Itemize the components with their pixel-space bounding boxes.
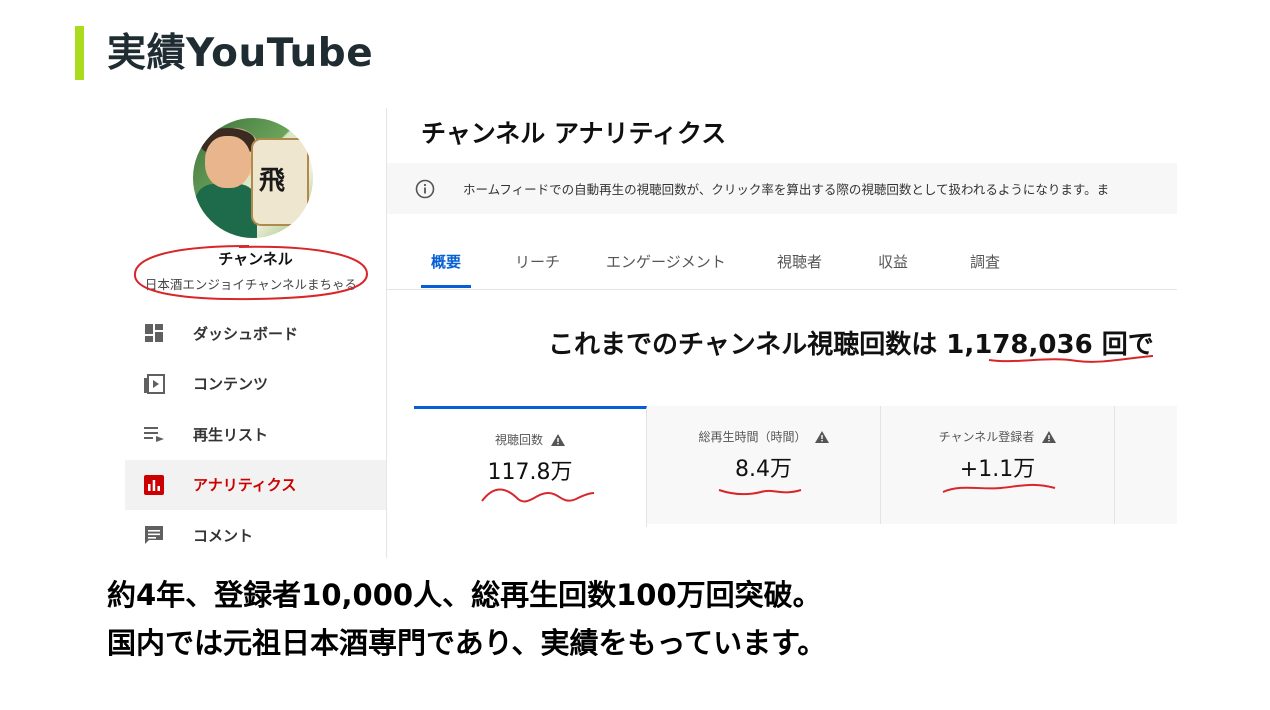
metric-card-watch-time[interactable]: 総再生時間（時間） 8.4万 [647, 406, 881, 524]
sidebar-item-label: ダッシュボード [193, 324, 299, 343]
avatar-barrel-text: 飛 [259, 166, 286, 196]
metric-value: +1.1万 [959, 457, 1036, 482]
analytics-icon [142, 473, 166, 497]
squiggle-annotation [481, 488, 595, 503]
warning-icon [1042, 431, 1057, 443]
sidebar-item-label: コメント [193, 526, 254, 545]
sidebar-item-content[interactable]: コンテンツ [125, 359, 386, 410]
metric-cards: 視聴回数 117.8万 総再生時間（時間） 8.4万 チャンネル登録者 +1.1… [414, 406, 1177, 527]
metric-value: 8.4万 [735, 457, 792, 482]
channel-highlight-circle [133, 245, 369, 301]
notice-text: ホームフィードでの自動再生の視聴回数が、クリック率を算出する際の視聴回数として扱… [463, 182, 1110, 197]
sidebar-item-label: 再生リスト [193, 425, 269, 444]
analytics-panel: チャンネル アナリティクス ホームフィードでの自動再生の視聴回数が、クリック率を… [387, 108, 1177, 558]
sidebar-item-dashboard[interactable]: ダッシュボード [125, 308, 386, 359]
squiggle-annotation [942, 483, 1056, 493]
content-icon [142, 372, 166, 396]
sidebar-item-playlists[interactable]: 再生リスト [125, 409, 386, 460]
metric-card-next[interactable] [1115, 406, 1177, 524]
metric-value: 117.8万 [487, 460, 573, 485]
title-accent-bar [75, 26, 84, 80]
slide-title: 実績YouTube [107, 31, 374, 76]
active-tab-indicator [421, 285, 471, 288]
headline-underline-annotation [988, 355, 1154, 363]
tab-research[interactable]: 調査 [970, 234, 1000, 289]
tab-audience[interactable]: 視聴者 [777, 234, 822, 289]
metric-card-subscribers[interactable]: チャンネル登録者 +1.1万 [881, 406, 1115, 524]
sidebar: 飛 チャンネル 日本酒エンジョイチャンネルまちゃる ダッシュボード コンテンツ [125, 108, 387, 558]
tab-revenue[interactable]: 収益 [878, 234, 908, 289]
analytics-tabs: 概要 リーチ エンゲージメント 視聴者 収益 調査 [387, 234, 1177, 290]
notice-banner: ホームフィードでの自動再生の視聴回数が、クリック率を算出する際の視聴回数として扱… [387, 163, 1177, 214]
metric-label: チャンネル登録者 [938, 430, 1035, 444]
squiggle-annotation [718, 489, 802, 496]
warning-icon [814, 431, 829, 443]
tab-engagement[interactable]: エンゲージメント [606, 234, 726, 289]
summary-line-2: 国内では元祖日本酒専門であり、実績をもっています。 [107, 626, 827, 660]
warning-icon [551, 434, 565, 446]
sidebar-item-label: アナリティクス [193, 476, 297, 495]
youtube-studio-screenshot: 飛 チャンネル 日本酒エンジョイチャンネルまちゃる ダッシュボード コンテンツ [125, 108, 1177, 558]
avatar[interactable]: 飛 [193, 118, 313, 238]
info-icon [415, 179, 435, 198]
sidebar-nav: ダッシュボード コンテンツ 再生リスト アナリティクス コメント [125, 308, 386, 558]
metric-card-views[interactable]: 視聴回数 117.8万 [414, 406, 647, 527]
metric-label: 視聴回数 [494, 433, 543, 447]
metric-label: 総再生時間（時間） [698, 430, 807, 444]
tab-overview[interactable]: 概要 [431, 234, 461, 289]
sidebar-item-comments[interactable]: コメント [125, 510, 386, 558]
sidebar-item-label: コンテンツ [193, 375, 269, 394]
dashboard-icon [142, 321, 166, 345]
summary-line-1: 約4年、登録者10,000人、総再生回数100万回突破。 [107, 578, 822, 612]
comment-icon [142, 523, 166, 547]
sidebar-item-analytics[interactable]: アナリティクス [125, 459, 386, 510]
playlist-icon [142, 422, 166, 446]
tab-reach[interactable]: リーチ [515, 234, 560, 289]
page-title: チャンネル アナリティクス [421, 119, 727, 148]
